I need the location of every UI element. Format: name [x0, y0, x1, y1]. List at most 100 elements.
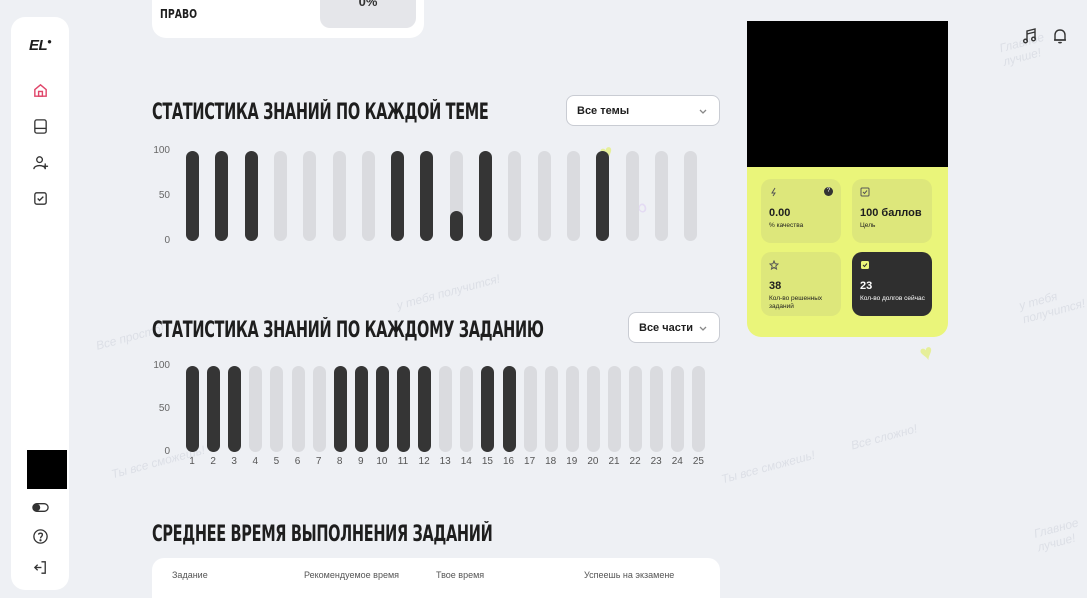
- x-tick-label: 22: [629, 456, 641, 467]
- bar-value: [186, 151, 199, 241]
- bar[interactable]: [523, 366, 537, 452]
- header-icons: [1021, 27, 1069, 45]
- checkbox-icon: [860, 187, 870, 197]
- bar[interactable]: [391, 151, 405, 241]
- lightning-icon: [771, 187, 776, 197]
- theme-toggle-icon[interactable]: [32, 499, 49, 516]
- bar[interactable]: [273, 151, 287, 241]
- subject-label: ПРАВО: [160, 7, 198, 21]
- bar[interactable]: [439, 366, 453, 452]
- bar[interactable]: [481, 366, 495, 452]
- x-tick-label: 4: [252, 456, 259, 467]
- debts-stat-card: 23 Кол-во долгов сейчас: [852, 252, 932, 316]
- bar[interactable]: [671, 366, 685, 452]
- x-tick-label: 10: [376, 456, 388, 467]
- bar[interactable]: [249, 366, 263, 452]
- bar[interactable]: [244, 151, 258, 241]
- bar[interactable]: [684, 151, 698, 241]
- doodle-text: у тебя получится!: [395, 271, 502, 313]
- bar[interactable]: [586, 366, 600, 452]
- bar[interactable]: [692, 366, 706, 452]
- bar-value: [228, 366, 242, 452]
- checkbox-icon: [861, 261, 869, 269]
- star-icon: [769, 260, 779, 270]
- bar[interactable]: [228, 366, 242, 452]
- logo[interactable]: EL●: [29, 37, 52, 54]
- bar[interactable]: [354, 366, 368, 452]
- help-icon[interactable]: [32, 528, 49, 545]
- solved-stat-card: 38 Кол-во решенных заданий: [761, 252, 841, 316]
- bar-value: [397, 366, 410, 452]
- bar-value: [207, 366, 221, 452]
- bar[interactable]: [375, 366, 389, 452]
- bar[interactable]: [537, 151, 551, 241]
- bar[interactable]: [565, 366, 579, 452]
- bar[interactable]: [629, 366, 643, 452]
- task-stats-title: СТАТИСТИКА ЗНАНИЙ ПО КАЖДОМУ ЗАДАНИЮ: [152, 318, 544, 343]
- bar-value: [375, 366, 389, 452]
- x-tick-label: 24: [671, 456, 683, 467]
- x-tick-label: 8: [336, 456, 343, 467]
- checkbox-icon[interactable]: [32, 190, 49, 207]
- document-icon[interactable]: [32, 118, 49, 135]
- subject-percent: 0%: [320, 0, 416, 28]
- y-tick-label: 0: [164, 235, 170, 246]
- bar-value: [215, 151, 229, 241]
- bar[interactable]: [215, 151, 229, 241]
- quality-stat-card: ? 0.00 % качества: [761, 179, 841, 243]
- add-user-icon[interactable]: [32, 154, 49, 171]
- music-icon[interactable]: [1021, 27, 1039, 45]
- bar[interactable]: [303, 151, 317, 241]
- x-tick-label: 9: [358, 456, 364, 467]
- bar[interactable]: [449, 151, 463, 241]
- x-tick-label: 5: [273, 456, 280, 467]
- bar[interactable]: [654, 151, 668, 241]
- bar[interactable]: [207, 366, 221, 452]
- bar[interactable]: [650, 366, 664, 452]
- x-tick-label: 17: [524, 456, 536, 467]
- dropdown-value: Все темы: [577, 104, 630, 117]
- bar[interactable]: [544, 366, 558, 452]
- y-tick-label: 100: [153, 360, 170, 371]
- bar[interactable]: [508, 151, 522, 241]
- quality-value: 0.00: [769, 207, 791, 219]
- bar[interactable]: [332, 151, 346, 241]
- x-tick-label: 6: [294, 456, 301, 467]
- bar[interactable]: [418, 366, 432, 452]
- sidebar: EL●: [11, 17, 69, 590]
- bar[interactable]: [460, 366, 474, 452]
- bar-value: [449, 211, 463, 241]
- doodle-text: Ты все сможешь!: [719, 447, 817, 487]
- bar[interactable]: [596, 151, 610, 241]
- bar[interactable]: [186, 151, 199, 241]
- bar[interactable]: [186, 366, 199, 452]
- y-tick-label: 50: [158, 190, 170, 201]
- bar[interactable]: [397, 366, 410, 452]
- x-tick-label: 1: [189, 456, 195, 467]
- goal-caption: Цель: [860, 222, 876, 229]
- info-icon[interactable]: ?: [824, 187, 833, 196]
- bar[interactable]: [270, 366, 284, 452]
- avg-time-table: Задание Рекомендуемое время Твое время У…: [152, 558, 720, 598]
- bar[interactable]: [625, 151, 639, 241]
- bar[interactable]: [479, 151, 492, 241]
- topic-filter-dropdown[interactable]: Все темы: [566, 95, 720, 126]
- home-icon[interactable]: [32, 82, 49, 99]
- logout-icon[interactable]: [32, 559, 49, 576]
- bar[interactable]: [502, 366, 516, 452]
- x-tick-label: 7: [315, 456, 322, 467]
- bell-icon[interactable]: [1051, 27, 1069, 45]
- topic-stats-title: СТАТИСТИКА ЗНАНИЙ ПО КАЖДОЙ ТЕМЕ: [152, 100, 489, 125]
- column-header: Твое время: [436, 570, 485, 580]
- bar[interactable]: [420, 151, 434, 241]
- bar-value: [333, 366, 347, 452]
- bar[interactable]: [333, 366, 347, 452]
- debts-value: 23: [860, 280, 873, 292]
- part-filter-dropdown[interactable]: Все части: [628, 312, 720, 343]
- bar[interactable]: [361, 151, 375, 241]
- dropdown-value: Все части: [639, 321, 694, 334]
- bar[interactable]: [608, 366, 621, 452]
- bar[interactable]: [291, 366, 305, 452]
- bar[interactable]: [312, 366, 326, 452]
- bar[interactable]: [566, 151, 580, 241]
